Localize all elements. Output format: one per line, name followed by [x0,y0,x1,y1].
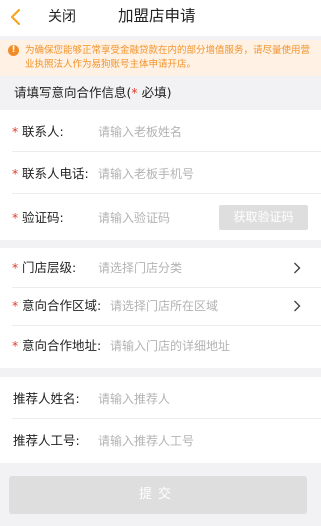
field-label: 门店层级: [22,260,77,275]
field-label: 联系人: [22,124,64,139]
verify-code-row[interactable]: * 验证码: 请输入验证码 获取验证码 [0,198,321,238]
required-star: * [12,166,19,181]
store-card: * 门店层级: 请选择门店分类 * 意向合作区域: 请选择门店所在区域 * 意向… [0,248,321,368]
required-star: * [12,124,19,139]
contact-card: * 联系人: 请输入老板姓名 * 联系人电话: 请输入老板手机号 * 验证码: … [0,110,321,240]
referrer-name-row[interactable]: 推荐人姓名: 请输入推荐人 [0,379,321,419]
required-star: * [12,260,19,275]
section-title-prefix: 请填写意向合作信息( [14,85,132,100]
verify-code-input[interactable]: 请输入验证码 [98,198,170,238]
submit-button[interactable]: 提交 [9,476,307,514]
chevron-right-icon [294,300,301,312]
referrer-name-input[interactable]: 请输入推荐人 [98,379,170,419]
area-select[interactable]: 请选择门店所在区域 [110,286,218,326]
field-label: 验证码: [22,210,64,225]
contact-name-row[interactable]: * 联系人: 请输入老板姓名 [0,112,321,152]
chevron-right-icon [294,262,301,274]
field-label: 推荐人工号: [13,433,80,448]
page-title: 加盟店申请 [118,7,196,25]
area-row[interactable]: * 意向合作区域: 请选择门店所在区域 [0,286,321,326]
referrer-id-row[interactable]: 推荐人工号: 请输入推荐人工号 [0,421,321,461]
required-star: * [12,338,19,353]
section-title-suffix: 必填) [137,85,172,100]
field-label: 意向合作区域: [22,298,102,313]
store-level-row[interactable]: * 门店层级: 请选择门店分类 [0,248,321,288]
chevron-left-icon[interactable] [9,8,23,26]
contact-phone-row[interactable]: * 联系人电话: 请输入老板手机号 [0,154,321,194]
alert-icon: ! [8,45,19,56]
close-button[interactable]: 关闭 [48,8,76,26]
notice-banner: ! 为确保您能够正常享受金融贷款在内的部分增值服务，请尽量使用营业执照法人作为易… [0,40,321,76]
required-star: * [12,210,19,225]
required-star: * [12,298,19,313]
address-input[interactable]: 请输入门店的详细地址 [110,326,230,366]
section-title: 请填写意向合作信息(* 必填) [14,85,172,101]
referrer-id-input[interactable]: 请输入推荐人工号 [98,421,194,461]
referrer-card: 推荐人姓名: 请输入推荐人 推荐人工号: 请输入推荐人工号 [0,377,321,463]
get-code-button[interactable]: 获取验证码 [219,205,308,230]
store-level-select[interactable]: 请选择门店分类 [98,248,182,288]
field-label: 联系人电话: [22,166,89,181]
notice-text: 为确保您能够正常享受金融贷款在内的部分增值服务，请尽量使用营业执照法人作为易狗账… [25,45,311,70]
header-bar: 关闭 加盟店申请 [0,0,321,36]
field-label: 推荐人姓名: [13,391,80,406]
field-label: 意向合作地址: [22,338,102,353]
address-row[interactable]: * 意向合作地址: 请输入门店的详细地址 [0,326,321,366]
contact-phone-input[interactable]: 请输入老板手机号 [98,154,194,194]
contact-name-input[interactable]: 请输入老板姓名 [98,112,182,152]
